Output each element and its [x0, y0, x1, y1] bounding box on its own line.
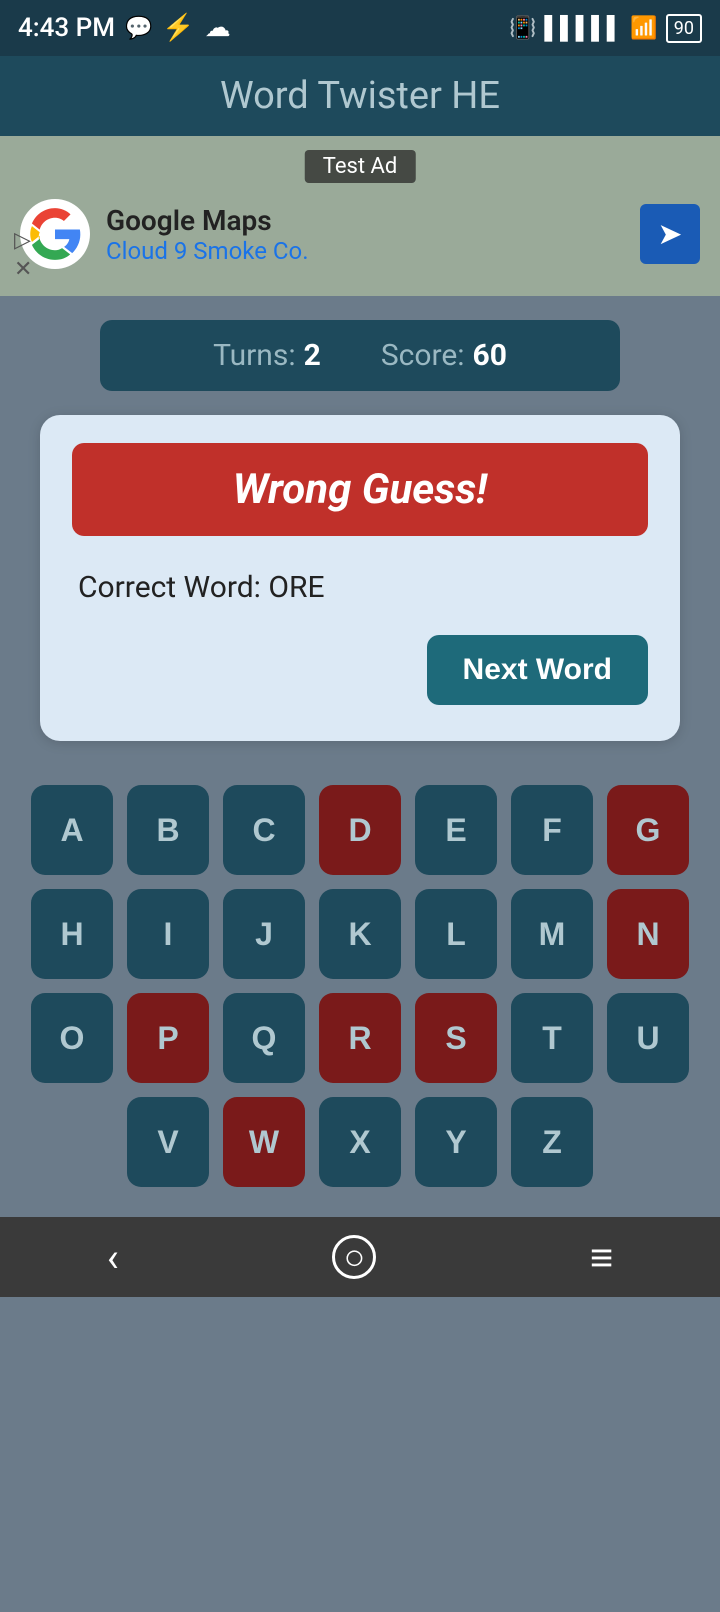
score-label: Score: — [381, 338, 465, 373]
result-card: Wrong Guess! Correct Word: ORE Next Word — [40, 415, 680, 741]
keyboard-row-0: ABCDEFG — [20, 785, 700, 875]
ad-banner: Test Ad Google Maps Cloud 9 Smoke Co. ➤ … — [0, 136, 720, 296]
key-v[interactable]: V — [127, 1097, 209, 1187]
score-display: Score: 60 — [381, 338, 507, 373]
key-m[interactable]: M — [511, 889, 593, 979]
key-h[interactable]: H — [31, 889, 113, 979]
key-l[interactable]: L — [415, 889, 497, 979]
key-s[interactable]: S — [415, 993, 497, 1083]
key-y[interactable]: Y — [415, 1097, 497, 1187]
key-a[interactable]: A — [31, 785, 113, 875]
usb-icon: ⚡ — [162, 13, 194, 43]
vibrate-icon: 📳 — [509, 16, 536, 41]
key-k[interactable]: K — [319, 889, 401, 979]
keyboard-row-1: HIJKLMN — [20, 889, 700, 979]
key-q[interactable]: Q — [223, 993, 305, 1083]
score-value: 60 — [473, 338, 507, 373]
ad-play-icon: ▷ — [14, 228, 32, 253]
keyboard-row-2: OPQRSTU — [20, 993, 700, 1083]
key-d[interactable]: D — [319, 785, 401, 875]
score-bar: Turns: 2 Score: 60 — [100, 320, 620, 391]
keyboard-row-3: VWXYZ — [20, 1097, 700, 1187]
turns-label: Turns: — [213, 338, 296, 373]
status-bar-right: 📳 ▌▌▌▌▌ 📶 90 — [509, 14, 702, 43]
cloud-icon: ☁ — [205, 13, 231, 43]
turns-display: Turns: 2 — [213, 338, 321, 373]
key-g[interactable]: G — [607, 785, 689, 875]
ad-content: Google Maps Cloud 9 Smoke Co. ➤ — [20, 199, 700, 269]
home-button[interactable]: ○ — [332, 1235, 376, 1279]
key-e[interactable]: E — [415, 785, 497, 875]
ad-arrow-icon[interactable]: ➤ — [640, 204, 700, 264]
key-p[interactable]: P — [127, 993, 209, 1083]
ad-controls: ▷ ✕ — [14, 228, 32, 282]
wrong-guess-banner: Wrong Guess! — [72, 443, 648, 536]
correct-word-display: Correct Word: ORE — [72, 560, 648, 635]
signal-icon: ▌▌▌▌▌ — [544, 15, 622, 41]
menu-button[interactable]: ≡ — [590, 1234, 613, 1281]
ad-company: Google Maps — [106, 204, 624, 237]
back-button[interactable]: ‹ — [107, 1234, 119, 1281]
app-header: Word Twister HE — [0, 56, 720, 136]
keyboard-area: ABCDEFG HIJKLMN OPQRSTU VWXYZ — [0, 765, 720, 1207]
next-word-button[interactable]: Next Word — [427, 635, 648, 705]
key-z[interactable]: Z — [511, 1097, 593, 1187]
key-x[interactable]: X — [319, 1097, 401, 1187]
key-n[interactable]: N — [607, 889, 689, 979]
key-u[interactable]: U — [607, 993, 689, 1083]
ad-text: Google Maps Cloud 9 Smoke Co. — [106, 204, 624, 265]
battery-icon: 90 — [666, 14, 702, 43]
wifi-icon: 📶 — [630, 16, 657, 41]
key-i[interactable]: I — [127, 889, 209, 979]
key-o[interactable]: O — [31, 993, 113, 1083]
app-title: Word Twister HE — [220, 74, 500, 118]
key-b[interactable]: B — [127, 785, 209, 875]
ad-label: Test Ad — [305, 150, 416, 183]
wrong-guess-title: Wrong Guess! — [233, 465, 487, 514]
ad-subtitle: Cloud 9 Smoke Co. — [106, 237, 624, 265]
status-bar-left: 4:43 PM 💬 ⚡ ☁ — [18, 13, 231, 43]
key-c[interactable]: C — [223, 785, 305, 875]
status-bar: 4:43 PM 💬 ⚡ ☁ 📳 ▌▌▌▌▌ 📶 90 — [0, 0, 720, 56]
bottom-nav: ‹ ○ ≡ — [0, 1217, 720, 1297]
whatsapp-icon: 💬 — [125, 16, 152, 41]
key-t[interactable]: T — [511, 993, 593, 1083]
ad-close-icon: ✕ — [14, 257, 32, 282]
turns-value: 2 — [304, 338, 321, 373]
key-w[interactable]: W — [223, 1097, 305, 1187]
key-r[interactable]: R — [319, 993, 401, 1083]
key-f[interactable]: F — [511, 785, 593, 875]
key-j[interactable]: J — [223, 889, 305, 979]
time-display: 4:43 PM — [18, 13, 115, 43]
